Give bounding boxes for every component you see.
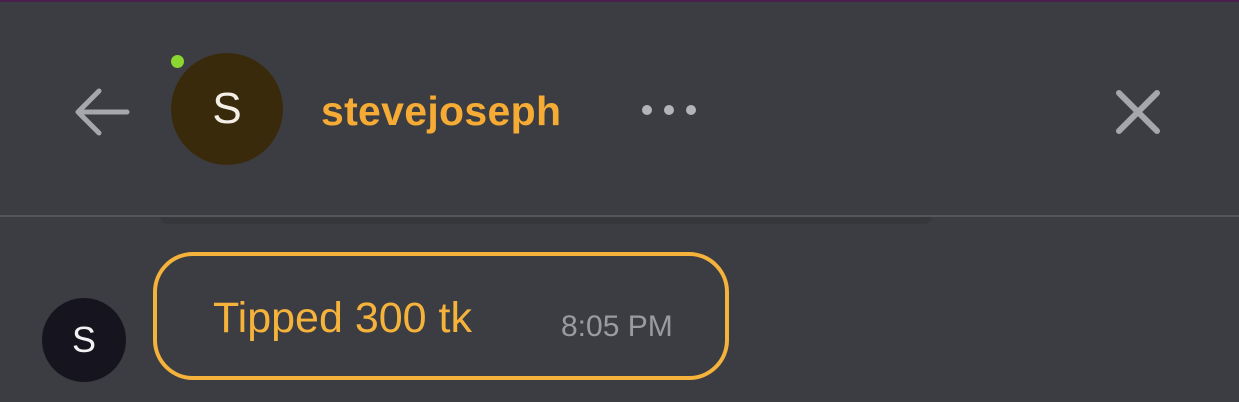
contact-username[interactable]: stevejoseph <box>321 84 561 138</box>
arrow-left-icon <box>75 88 130 136</box>
contact-avatar-wrap: S <box>171 53 283 165</box>
tip-message-bubble[interactable]: Tipped 300 tk 8:05 PM <box>153 252 729 380</box>
chat-screen: S stevejoseph S Tipped 300 tk 8:05 PM <box>0 0 1239 402</box>
message-text: Tipped 300 tk <box>213 294 472 342</box>
more-horizontal-icon <box>642 105 696 115</box>
chat-header: S stevejoseph <box>0 2 1239 216</box>
close-button[interactable] <box>1108 82 1168 142</box>
message-timestamp: 8:05 PM <box>561 310 673 343</box>
close-icon <box>1116 90 1160 134</box>
online-status-dot <box>171 55 184 68</box>
contact-avatar[interactable]: S <box>171 53 283 165</box>
message-sender-avatar[interactable]: S <box>42 298 126 382</box>
header-divider <box>0 215 1239 217</box>
more-options-button[interactable] <box>636 92 702 128</box>
header-shadow <box>160 216 932 224</box>
back-button[interactable] <box>66 80 136 144</box>
